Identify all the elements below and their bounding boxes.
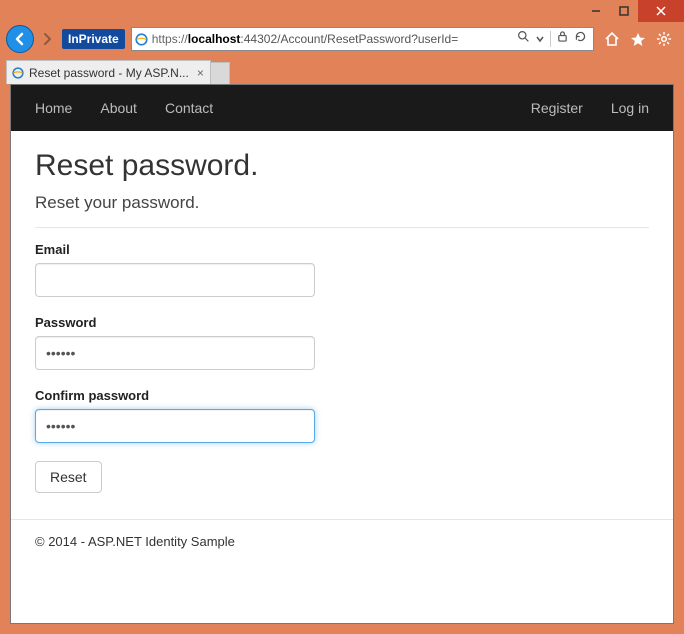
email-label: Email (35, 242, 649, 257)
tab-close-icon[interactable]: × (197, 66, 204, 80)
divider (35, 227, 649, 228)
tab-title: Reset password - My ASP.N... (29, 66, 189, 80)
refresh-icon[interactable] (574, 30, 587, 48)
password-label: Password (35, 315, 649, 330)
url-path: :44302/Account/ResetPassword?userId= (240, 32, 458, 46)
ie-favicon-icon (11, 66, 25, 80)
home-icon[interactable] (604, 31, 620, 47)
page-viewport: Home About Contact Register Log in Reset… (10, 84, 674, 624)
browser-toolbar: InPrivate https://localhost:44302/Accoun… (0, 22, 684, 56)
page-subtitle: Reset your password. (35, 193, 649, 213)
minimize-button[interactable] (582, 0, 610, 22)
inprivate-badge: InPrivate (62, 29, 125, 49)
tab-bar: Reset password - My ASP.N... × (0, 56, 684, 84)
url-host: localhost (188, 32, 241, 46)
settings-icon[interactable] (656, 31, 672, 47)
page-heading: Reset password. (35, 149, 649, 183)
nav-about[interactable]: About (100, 100, 137, 116)
password-field[interactable] (35, 336, 315, 370)
url-scheme: https:// (152, 32, 188, 46)
lock-icon[interactable] (557, 30, 568, 48)
browser-tab[interactable]: Reset password - My ASP.N... × (6, 60, 211, 84)
email-field[interactable] (35, 263, 315, 297)
back-button[interactable] (6, 25, 34, 53)
window-close-button[interactable] (638, 0, 684, 22)
reset-button[interactable]: Reset (35, 461, 102, 493)
nav-register[interactable]: Register (531, 100, 583, 116)
confirm-password-label: Confirm password (35, 388, 649, 403)
separator (550, 31, 551, 47)
site-navbar: Home About Contact Register Log in (11, 85, 673, 131)
nav-home[interactable]: Home (35, 100, 72, 116)
dropdown-icon[interactable] (536, 30, 544, 48)
nav-contact[interactable]: Contact (165, 100, 213, 116)
search-icon[interactable] (517, 30, 530, 48)
confirm-password-field[interactable] (35, 409, 315, 443)
window-titlebar (0, 0, 684, 22)
url-text[interactable]: https://localhost:44302/Account/ResetPas… (152, 32, 511, 46)
ie-favicon-icon (132, 33, 152, 46)
maximize-button[interactable] (610, 0, 638, 22)
forward-button[interactable] (36, 28, 58, 50)
address-bar[interactable]: https://localhost:44302/Account/ResetPas… (131, 27, 594, 51)
nav-login[interactable]: Log in (611, 100, 649, 116)
page-footer: © 2014 - ASP.NET Identity Sample (11, 519, 673, 573)
new-tab-button[interactable] (210, 62, 230, 84)
favorites-icon[interactable] (630, 31, 646, 47)
